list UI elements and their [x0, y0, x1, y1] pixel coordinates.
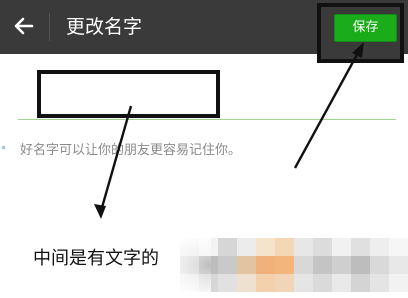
arrow-to-save: [293, 50, 361, 169]
arrow-to-caption-head: [94, 204, 106, 219]
annotation-caption: 中间是有文字的: [33, 248, 159, 269]
arrow-to-save-head: [352, 42, 364, 58]
arrow-to-caption: [99, 105, 133, 212]
mosaic-fade: [165, 232, 211, 298]
blurred-text-mosaic: [180, 238, 408, 292]
